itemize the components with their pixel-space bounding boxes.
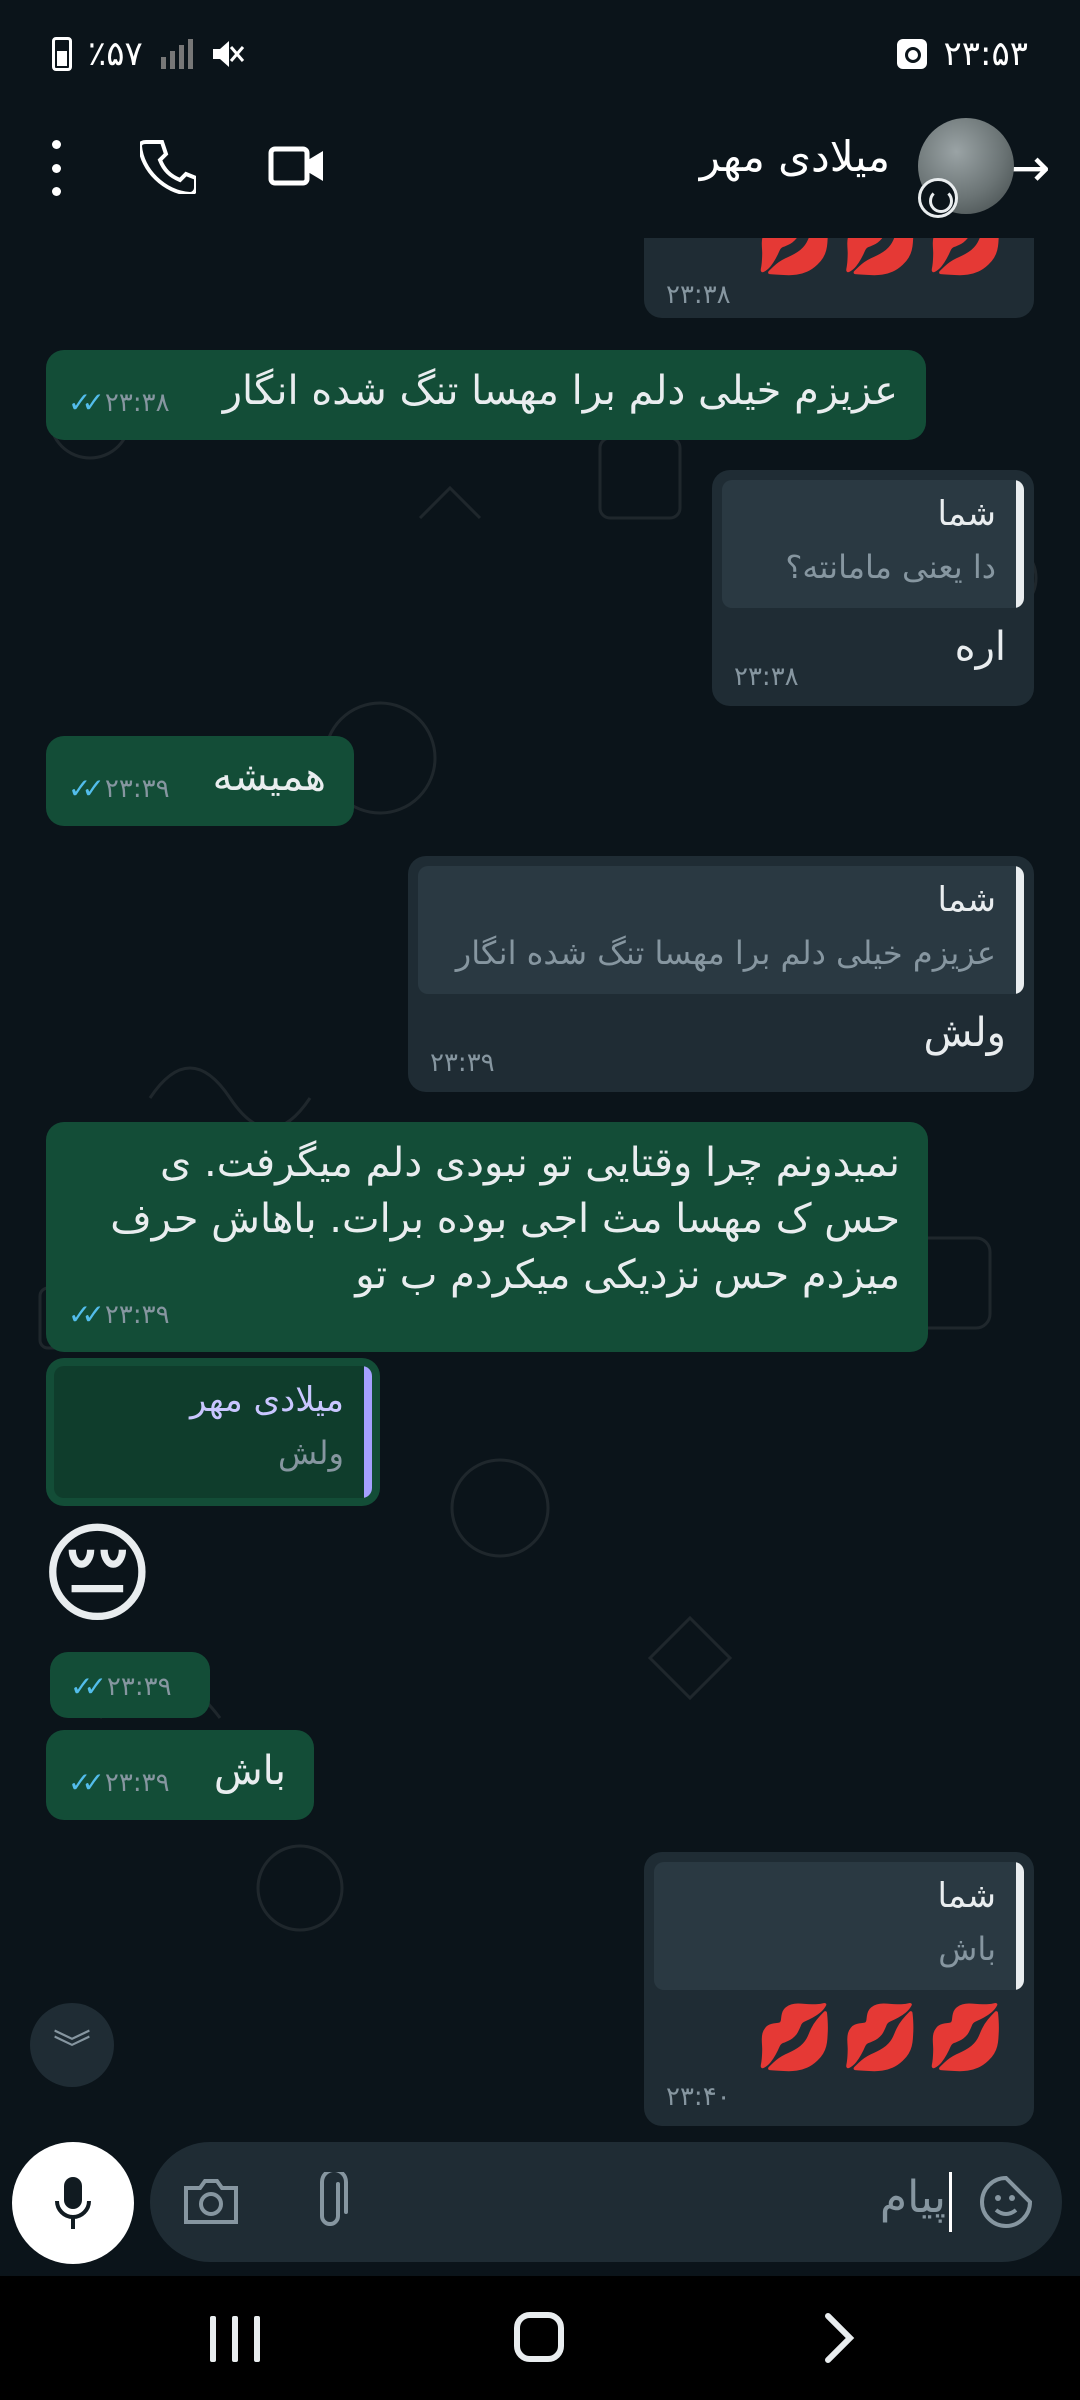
message-text: ولش xyxy=(923,1010,1007,1056)
quoted-message[interactable]: میلادی مهر ولش xyxy=(54,1366,372,1498)
message-line: میزدم حس نزدیکی میکردم ب تو xyxy=(355,1252,900,1298)
battery-icon xyxy=(52,37,72,71)
message-time: ۲۳:۴۰ xyxy=(666,2082,731,2112)
chat-area[interactable]: 💋💋💋 ۲۳:۳۸ عزیزم خیلی دلم برا مهسا تنگ شد… xyxy=(0,238,1080,2128)
message-time: ۲۳:۳۸ xyxy=(666,280,731,310)
message-time: ۲۳:۳۹ xyxy=(104,773,170,804)
status-right: ۲۳:۵۳ xyxy=(897,34,1028,74)
incoming-reply-message[interactable]: شما باش 💋💋💋 ۲۳:۴۰ xyxy=(644,1852,1034,2126)
status-left: ٪۵۷ xyxy=(52,34,245,74)
phone-icon[interactable] xyxy=(140,138,196,194)
status-bar: ٪۵۷ ۲۳:۵۳ xyxy=(0,0,1080,110)
read-ticks-icon: ✓✓ xyxy=(70,1670,107,1703)
recent-apps-button[interactable] xyxy=(210,2316,260,2362)
quote-author: شما xyxy=(937,1876,996,1916)
microphone-button[interactable] xyxy=(12,2142,134,2264)
quote-text: عزیزم خیلی دلم برا مهسا تنگ شده انگار xyxy=(455,934,996,972)
message-input-bar: پیام xyxy=(0,2128,1080,2276)
incoming-reply-message[interactable]: شما عزیزم خیلی دلم برا مهسا تنگ شده انگا… xyxy=(408,856,1034,1092)
chat-header: → میلادی مهر xyxy=(0,110,1080,238)
message-time: ۲۳:۳۹ xyxy=(104,1767,170,1798)
signal-icon xyxy=(160,39,193,69)
message-time: ۲۳:۳۹ xyxy=(106,1671,172,1702)
home-button[interactable] xyxy=(514,2312,564,2362)
message-time: ۲۳:۳۸ xyxy=(734,662,799,692)
more-vertical-icon[interactable] xyxy=(44,140,68,196)
outgoing-message[interactable]: باش ✓✓ ۲۳:۳۹ xyxy=(46,1730,314,1820)
outgoing-reply-message[interactable]: میلادی مهر ولش xyxy=(46,1358,380,1506)
double-chevron-down-icon[interactable]: ︾ xyxy=(30,2003,114,2087)
system-navigation-bar xyxy=(0,2276,1080,2400)
quote-text: باش xyxy=(938,1930,996,1968)
kiss-sticker: 💋💋💋 xyxy=(754,2001,1012,2075)
quote-text: ولش xyxy=(278,1434,344,1472)
outgoing-message[interactable]: نمیدونم چرا وقتایی تو نبودی دلم میگرفت. … xyxy=(46,1122,928,1352)
quote-accent-bar xyxy=(364,1366,372,1498)
message-line: حس ک مهسا مث اجی بوده برات. باهاش حرف xyxy=(110,1196,900,1242)
message-line: نمیدونم چرا وقتایی تو نبودی دلم میگرفت. … xyxy=(160,1140,900,1186)
read-ticks-icon: ✓✓ xyxy=(68,1766,105,1799)
read-ticks-icon: ✓✓ xyxy=(68,1298,105,1331)
mute-icon xyxy=(212,41,244,67)
read-ticks-icon: ✓✓ xyxy=(68,772,105,805)
message-text: عزیزم خیلی دلم برا مهسا تنگ شده انگار xyxy=(222,368,898,414)
sticker-icon[interactable] xyxy=(978,2174,1034,2230)
quote-author: شما xyxy=(937,494,996,534)
read-ticks-icon: ✓✓ xyxy=(68,386,105,419)
clock: ۲۳:۵۳ xyxy=(943,34,1028,74)
quoted-message[interactable]: شما باش xyxy=(654,1862,1024,1990)
pensive-emoji[interactable]: 😔 xyxy=(40,1514,155,1634)
quote-accent-bar xyxy=(1016,866,1024,994)
kiss-sticker: 💋💋💋 xyxy=(754,238,1012,279)
quote-author: میلادی مهر xyxy=(190,1380,344,1420)
back-button[interactable] xyxy=(820,2310,860,2366)
battery-percent: ٪۵۷ xyxy=(88,34,143,74)
message-text: همیشه xyxy=(212,754,326,800)
message-time: ۲۳:۳۸ xyxy=(104,387,170,418)
quote-accent-bar xyxy=(1016,480,1024,608)
incoming-sticker-message[interactable]: 💋💋💋 ۲۳:۳۸ xyxy=(644,238,1034,318)
outgoing-message[interactable]: همیشه ✓✓ ۲۳:۳۹ xyxy=(46,736,354,826)
incoming-reply-message[interactable]: شما دا یعنی مامانته؟ اره ۲۳:۳۸ xyxy=(712,470,1034,706)
quoted-message[interactable]: شما عزیزم خیلی دلم برا مهسا تنگ شده انگا… xyxy=(418,866,1024,994)
quote-accent-bar xyxy=(1016,1862,1024,1990)
message-time: ۲۳:۳۹ xyxy=(104,1299,170,1330)
camera-icon[interactable] xyxy=(182,2176,240,2226)
outgoing-message[interactable]: عزیزم خیلی دلم برا مهسا تنگ شده انگار ✓✓… xyxy=(46,350,926,440)
quoted-message[interactable]: شما دا یعنی مامانته؟ xyxy=(722,480,1024,608)
contact-name[interactable]: میلادی مهر xyxy=(700,132,890,181)
alarm-icon xyxy=(897,39,928,69)
text-caret xyxy=(949,2172,952,2232)
message-text: باش xyxy=(213,1748,286,1794)
quote-author: شما xyxy=(937,880,996,920)
message-input[interactable]: پیام xyxy=(150,2142,1062,2262)
message-placeholder: پیام xyxy=(879,2172,946,2223)
message-text: اره xyxy=(954,624,1006,670)
paperclip-icon[interactable] xyxy=(308,2172,358,2232)
quote-text: دا یعنی مامانته؟ xyxy=(785,548,996,586)
video-call-icon[interactable] xyxy=(268,142,326,190)
emoji-time-bubble: ✓✓ ۲۳:۳۹ xyxy=(50,1652,210,1718)
microphone-icon xyxy=(55,2177,91,2229)
disappearing-timer-icon xyxy=(918,178,958,218)
message-time: ۲۳:۳۹ xyxy=(430,1048,495,1078)
